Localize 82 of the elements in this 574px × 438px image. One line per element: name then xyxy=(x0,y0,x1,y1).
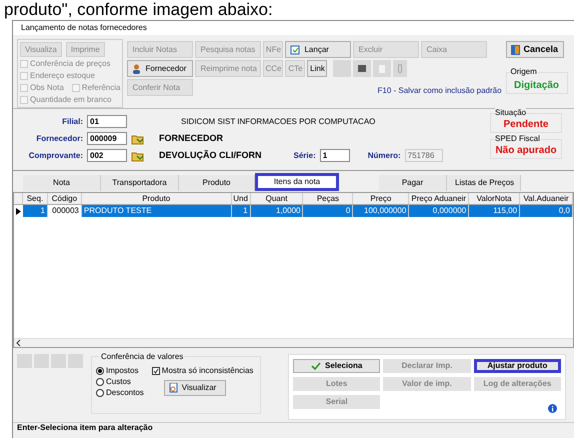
field-label: Série: xyxy=(294,150,316,162)
origin-label: Origem xyxy=(510,67,537,76)
window-title: Lançamento de notas fornecedores xyxy=(13,21,574,35)
panel-title: Conferência de valores xyxy=(100,352,184,361)
status-label: SPED Fiscal xyxy=(495,134,540,143)
radio-label: Descontos xyxy=(106,386,144,398)
folder-icon[interactable] xyxy=(131,150,145,162)
tab[interactable]: Nota xyxy=(23,175,101,191)
checkbox-label: Endereço estoque xyxy=(30,70,95,82)
table-cell: 115,00 xyxy=(469,205,520,217)
checkbox-label: Obs Nota xyxy=(30,82,64,94)
navigator-icon[interactable] xyxy=(17,354,32,368)
check-icon xyxy=(310,362,321,370)
toolbar-button[interactable]: Fornecedor xyxy=(127,60,194,77)
tab[interactable]: Produto xyxy=(179,175,255,191)
radio-label: Impostos xyxy=(106,364,138,376)
column-header[interactable]: Peças xyxy=(303,193,354,204)
table-cell: 100,000000 xyxy=(353,205,410,217)
input-field[interactable]: 000009 xyxy=(87,132,127,145)
column-header[interactable]: Quant xyxy=(250,193,304,204)
checkbox-label: Quantidade em branco xyxy=(30,94,112,106)
table-cell: 0,000000 xyxy=(409,205,470,217)
tab[interactable]: Transportadora xyxy=(101,175,179,191)
field-label: Filial: xyxy=(61,116,83,128)
info-icon[interactable] xyxy=(548,404,557,413)
navigator-icon[interactable] xyxy=(51,354,66,368)
paperclip-tool-icon[interactable] xyxy=(393,60,408,77)
status-value: Não apurado xyxy=(495,144,557,158)
table-cell: 0,0 xyxy=(520,205,573,217)
table-cell: 0 xyxy=(303,205,354,217)
cancel-button[interactable]: Cancela xyxy=(506,41,564,58)
column-header[interactable]: Seq. xyxy=(22,193,48,204)
name-text: FORNECEDOR xyxy=(159,132,224,145)
action-button[interactable]: Ajustar produto xyxy=(474,359,561,373)
radio-button[interactable] xyxy=(96,388,104,396)
column-header[interactable]: ValorNota xyxy=(469,193,520,204)
status-value: Pendente xyxy=(503,118,548,132)
document-check-icon xyxy=(290,44,300,54)
scroll-left-icon[interactable] xyxy=(14,339,23,347)
folder-icon[interactable] xyxy=(131,132,145,144)
field-label: Comprovante: xyxy=(28,150,83,162)
origin-value: Digitação xyxy=(514,79,560,93)
tab[interactable]: Itens da nota xyxy=(255,173,339,191)
box-tool-icon[interactable] xyxy=(353,60,372,77)
input-field[interactable]: 1 xyxy=(320,149,350,162)
hint-text: F10 - Salvar como inclusão padrão xyxy=(377,85,502,97)
status-bar: Enter-Seleciona item para alteração xyxy=(13,422,574,432)
checkbox-label: Conferência de preços xyxy=(30,58,110,70)
column-header[interactable]: Código xyxy=(48,193,82,204)
heading-text: produto", conforme imagem abaixo: xyxy=(3,0,274,20)
table-row[interactable]: 1 000003 PRODUTO TESTE 1 1,0000 0 100,000000 0,000000 115,00 0,0 xyxy=(14,205,573,217)
toolbar-button[interactable]: Link xyxy=(307,60,328,77)
column-header[interactable]: Und xyxy=(232,193,251,204)
name-text: SIDICOM SIST INFORMACOES POR COMPUTACAO xyxy=(181,116,376,128)
table-cell: PRODUTO TESTE xyxy=(82,205,232,217)
column-header[interactable]: Preço Aduaneir xyxy=(409,193,470,204)
action-button[interactable]: Seleciona xyxy=(293,359,380,373)
column-header[interactable]: Produto xyxy=(82,193,232,204)
radio-label: Custos xyxy=(106,376,131,388)
person-icon xyxy=(132,64,142,74)
radio-button[interactable] xyxy=(96,378,104,386)
column-header[interactable]: Val.Aduaneir xyxy=(520,193,573,204)
navigator-icon[interactable] xyxy=(68,354,83,368)
table-cell: 1 xyxy=(232,205,251,217)
checkbox-label: Referência xyxy=(82,82,120,94)
tab[interactable]: Listas de Preços xyxy=(447,175,521,191)
checkbox[interactable] xyxy=(152,366,160,374)
field-label: Fornecedor: xyxy=(35,132,83,144)
visualize-button[interactable]: Visualizar xyxy=(164,380,226,396)
toolbar-button[interactable]: Lançar xyxy=(285,41,352,58)
column-header[interactable]: Preço xyxy=(353,193,410,204)
field-label: Número: xyxy=(368,150,401,162)
navigator-icon[interactable] xyxy=(34,354,49,368)
checkbox-label: Mostra só inconsistências xyxy=(162,364,254,376)
input-field[interactable]: 01 xyxy=(87,115,127,128)
radio-button[interactable] xyxy=(96,366,104,374)
name-text: DEVOLUÇÃO CLI/FORN xyxy=(159,148,262,162)
table-cell: 000003 xyxy=(48,205,82,217)
table-cell: 1,0000 xyxy=(250,205,304,217)
status-label: Situação xyxy=(495,108,526,117)
tab[interactable]: Pagar xyxy=(379,175,447,191)
input-field[interactable]: 002 xyxy=(87,149,127,162)
